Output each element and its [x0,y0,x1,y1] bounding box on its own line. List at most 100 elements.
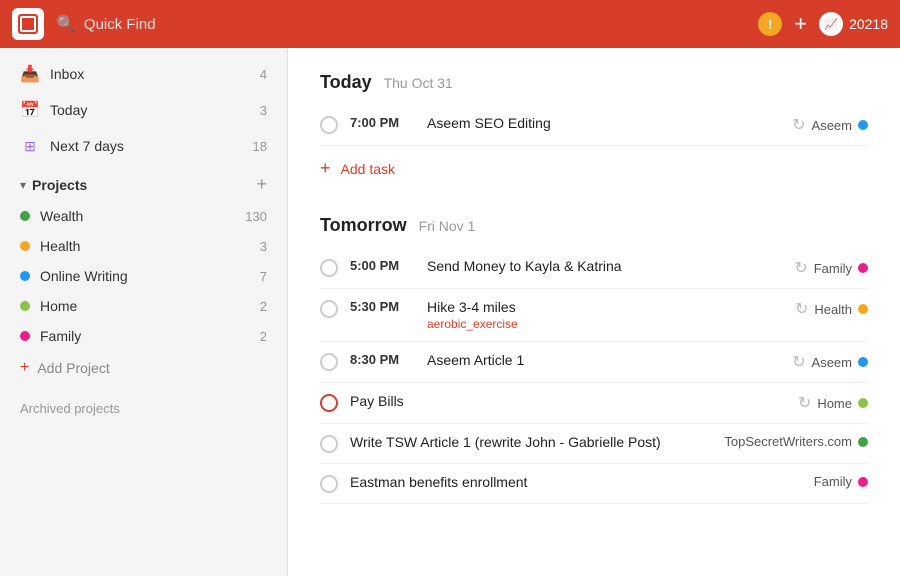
task-checkbox[interactable] [320,300,338,318]
inbox-icon: 📥 [20,64,40,84]
task-row: Write TSW Article 1 (rewrite John - Gabr… [320,424,868,464]
add-project-label: Add Project [37,360,109,376]
search-icon: 🔍 [56,14,76,34]
task-checkbox[interactable] [320,259,338,277]
project-count-family: 2 [260,329,267,344]
task-checkbox[interactable] [320,116,338,134]
task-checkbox[interactable] [320,394,338,412]
next7-icon: ⊞ [20,136,40,156]
task-body: Write TSW Article 1 (rewrite John - Gabr… [350,434,712,450]
add-project-button[interactable]: + Add Project [0,351,287,385]
repeat-icon: ↻ [794,258,807,278]
task-assignee: Aseem [812,118,852,133]
task-checkbox[interactable] [320,475,338,493]
task-sub: aerobic_exercise [427,317,783,331]
task-dot [858,477,868,487]
inbox-label: Inbox [50,66,250,82]
task-name: Eastman benefits enrollment [350,474,802,490]
add-task-plus-icon: + [320,158,331,179]
projects-chevron-icon[interactable]: ▾ [20,178,26,192]
today-icon: 📅 [20,100,40,120]
task-name: Write TSW Article 1 (rewrite John - Gabr… [350,434,712,450]
content-area: Today Thu Oct 31 7:00 PM Aseem SEO Editi… [288,48,900,576]
sidebar-project-health[interactable]: Health 3 [0,231,287,261]
tomorrow-section-date: Fri Nov 1 [419,218,476,234]
project-name-online-writing: Online Writing [40,268,250,284]
task-row: 7:00 PM Aseem SEO Editing ↻ Aseem [320,105,868,146]
task-row: Eastman benefits enrollment Family [320,464,868,504]
task-dot [858,398,868,408]
task-meta: ↻ Family [794,258,868,278]
task-time: 5:30 PM [350,299,415,314]
task-meta: ↻ Home [798,393,868,413]
task-name: Aseem SEO Editing [427,115,780,131]
task-assignee: Family [814,261,852,276]
next7-count: 18 [253,139,267,154]
task-checkbox[interactable] [320,435,338,453]
project-count-home: 2 [260,299,267,314]
task-assignee: Home [817,396,852,411]
task-meta: ↻ Aseem [792,352,868,372]
task-assignee: Aseem [812,355,852,370]
project-name-wealth: Wealth [40,208,235,224]
search-placeholder-text: Quick Find [84,16,156,33]
project-dot-online-writing [20,271,30,281]
add-task-label: Add task [341,161,395,177]
sidebar-item-today[interactable]: 📅 Today 3 [0,92,287,128]
sidebar-project-family[interactable]: Family 2 [0,321,287,351]
next7-label: Next 7 days [50,138,243,154]
task-row: 8:30 PM Aseem Article 1 ↻ Aseem [320,342,868,383]
tomorrow-section-title: Tomorrow [320,215,407,235]
sidebar-project-home[interactable]: Home 2 [0,291,287,321]
task-body: Hike 3-4 miles aerobic_exercise [427,299,783,331]
task-name: Aseem Article 1 [427,352,780,368]
task-dot [858,120,868,130]
sidebar-item-inbox[interactable]: 📥 Inbox 4 [0,56,287,92]
task-row: Pay Bills ↻ Home [320,383,868,424]
task-dot [858,304,868,314]
task-name: Pay Bills [350,393,786,409]
project-name-home: Home [40,298,250,314]
project-count-health: 3 [260,239,267,254]
add-task-today[interactable]: + Add task [320,146,868,191]
app-header: 🔍 Quick Find ! + 📈 20218 [0,0,900,48]
task-meta: ↻ Aseem [792,115,868,135]
sidebar-item-next7[interactable]: ⊞ Next 7 days 18 [0,128,287,164]
task-row: 5:30 PM Hike 3-4 miles aerobic_exercise … [320,289,868,342]
task-time: 7:00 PM [350,115,415,130]
sidebar-project-online-writing[interactable]: Online Writing 7 [0,261,287,291]
tomorrow-section-header: Tomorrow Fri Nov 1 [320,215,868,236]
main-layout: 📥 Inbox 4 📅 Today 3 ⊞ Next 7 days 18 ▾ P… [0,48,900,576]
project-list: Wealth 130 Health 3 Online Writing 7 Hom… [0,201,287,351]
today-section-title: Today [320,72,372,92]
task-checkbox[interactable] [320,353,338,371]
add-project-icon[interactable]: + [256,174,267,195]
task-meta: Family [814,474,868,489]
add-project-plus-icon: + [20,359,29,377]
task-dot [858,263,868,273]
project-name-family: Family [40,328,250,344]
repeat-icon: ↻ [792,115,805,135]
header-right: ! + 📈 20218 [758,11,888,37]
task-dot [858,357,868,367]
project-dot-health [20,241,30,251]
archived-projects[interactable]: Archived projects [0,385,287,424]
task-body: Aseem SEO Editing [427,115,780,131]
add-button[interactable]: + [794,11,807,37]
warning-icon[interactable]: ! [758,12,782,36]
user-info[interactable]: 📈 20218 [819,12,888,36]
sidebar-project-wealth[interactable]: Wealth 130 [0,201,287,231]
quick-find-area[interactable]: 🔍 Quick Find [56,14,746,34]
task-assignee: Family [814,474,852,489]
projects-section-header: ▾ Projects + [0,164,287,201]
task-name: Send Money to Kayla & Katrina [427,258,782,274]
logo-inner [18,14,38,34]
task-body: Send Money to Kayla & Katrina [427,258,782,274]
app-logo [12,8,44,40]
today-task-list: 7:00 PM Aseem SEO Editing ↻ Aseem [320,105,868,146]
project-count-online-writing: 7 [260,269,267,284]
task-body: Aseem Article 1 [427,352,780,368]
project-dot-home [20,301,30,311]
task-row: 5:00 PM Send Money to Kayla & Katrina ↻ … [320,248,868,289]
projects-title: Projects [32,177,250,193]
